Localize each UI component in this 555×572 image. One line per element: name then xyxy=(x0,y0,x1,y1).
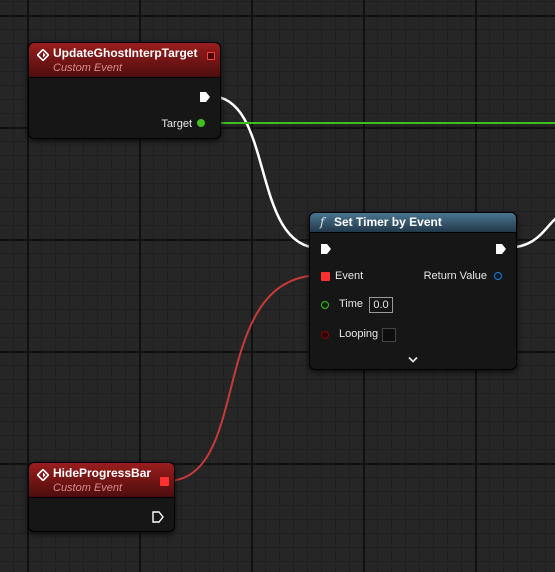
return-value-label: Return Value xyxy=(423,270,487,282)
delegate-output-pin[interactable] xyxy=(207,52,215,60)
event-icon xyxy=(37,49,49,61)
event-icon xyxy=(37,469,49,481)
delegate-output-pin[interactable] xyxy=(160,477,169,486)
exec-output-pin[interactable] xyxy=(199,91,211,103)
node-subtitle: Custom Event xyxy=(53,62,123,74)
exec-output-pin[interactable] xyxy=(495,243,507,255)
node-title: Set Timer by Event xyxy=(334,215,442,229)
looping-pin-label: Looping xyxy=(339,328,379,340)
update-ghost-interp-target-node[interactable]: UpdateGhostInterpTarget Custom Event Tar… xyxy=(28,42,221,139)
event-input-pin[interactable] xyxy=(321,272,330,281)
return-value-pin[interactable] xyxy=(494,272,502,280)
looping-checkbox[interactable] xyxy=(382,328,396,342)
hide-progress-bar-node[interactable]: HideProgressBar Custom Event xyxy=(28,462,175,532)
node-header[interactable]: f Set Timer by Event xyxy=(310,213,516,233)
target-pin-label: Target xyxy=(161,118,192,130)
node-subtitle: Custom Event xyxy=(53,482,123,494)
exec-input-pin[interactable] xyxy=(320,243,332,255)
chevron-down-icon[interactable] xyxy=(408,356,418,364)
function-icon: f xyxy=(320,215,325,229)
time-pin-label: Time xyxy=(339,298,364,310)
target-output-pin[interactable] xyxy=(197,119,205,127)
node-title: UpdateGhostInterpTarget xyxy=(53,46,198,60)
event-pin-label: Event xyxy=(335,270,364,282)
node-header[interactable]: UpdateGhostInterpTarget Custom Event xyxy=(29,43,220,78)
node-title: HideProgressBar xyxy=(53,466,152,480)
node-header[interactable]: HideProgressBar Custom Event xyxy=(29,463,174,498)
exec-output-pin[interactable] xyxy=(152,511,164,523)
time-input-pin[interactable] xyxy=(321,301,329,309)
set-timer-by-event-node[interactable]: f Set Timer by Event Event Return Value … xyxy=(309,212,517,370)
time-value-input[interactable]: 0.0 xyxy=(369,297,393,313)
looping-input-pin[interactable] xyxy=(321,331,329,339)
